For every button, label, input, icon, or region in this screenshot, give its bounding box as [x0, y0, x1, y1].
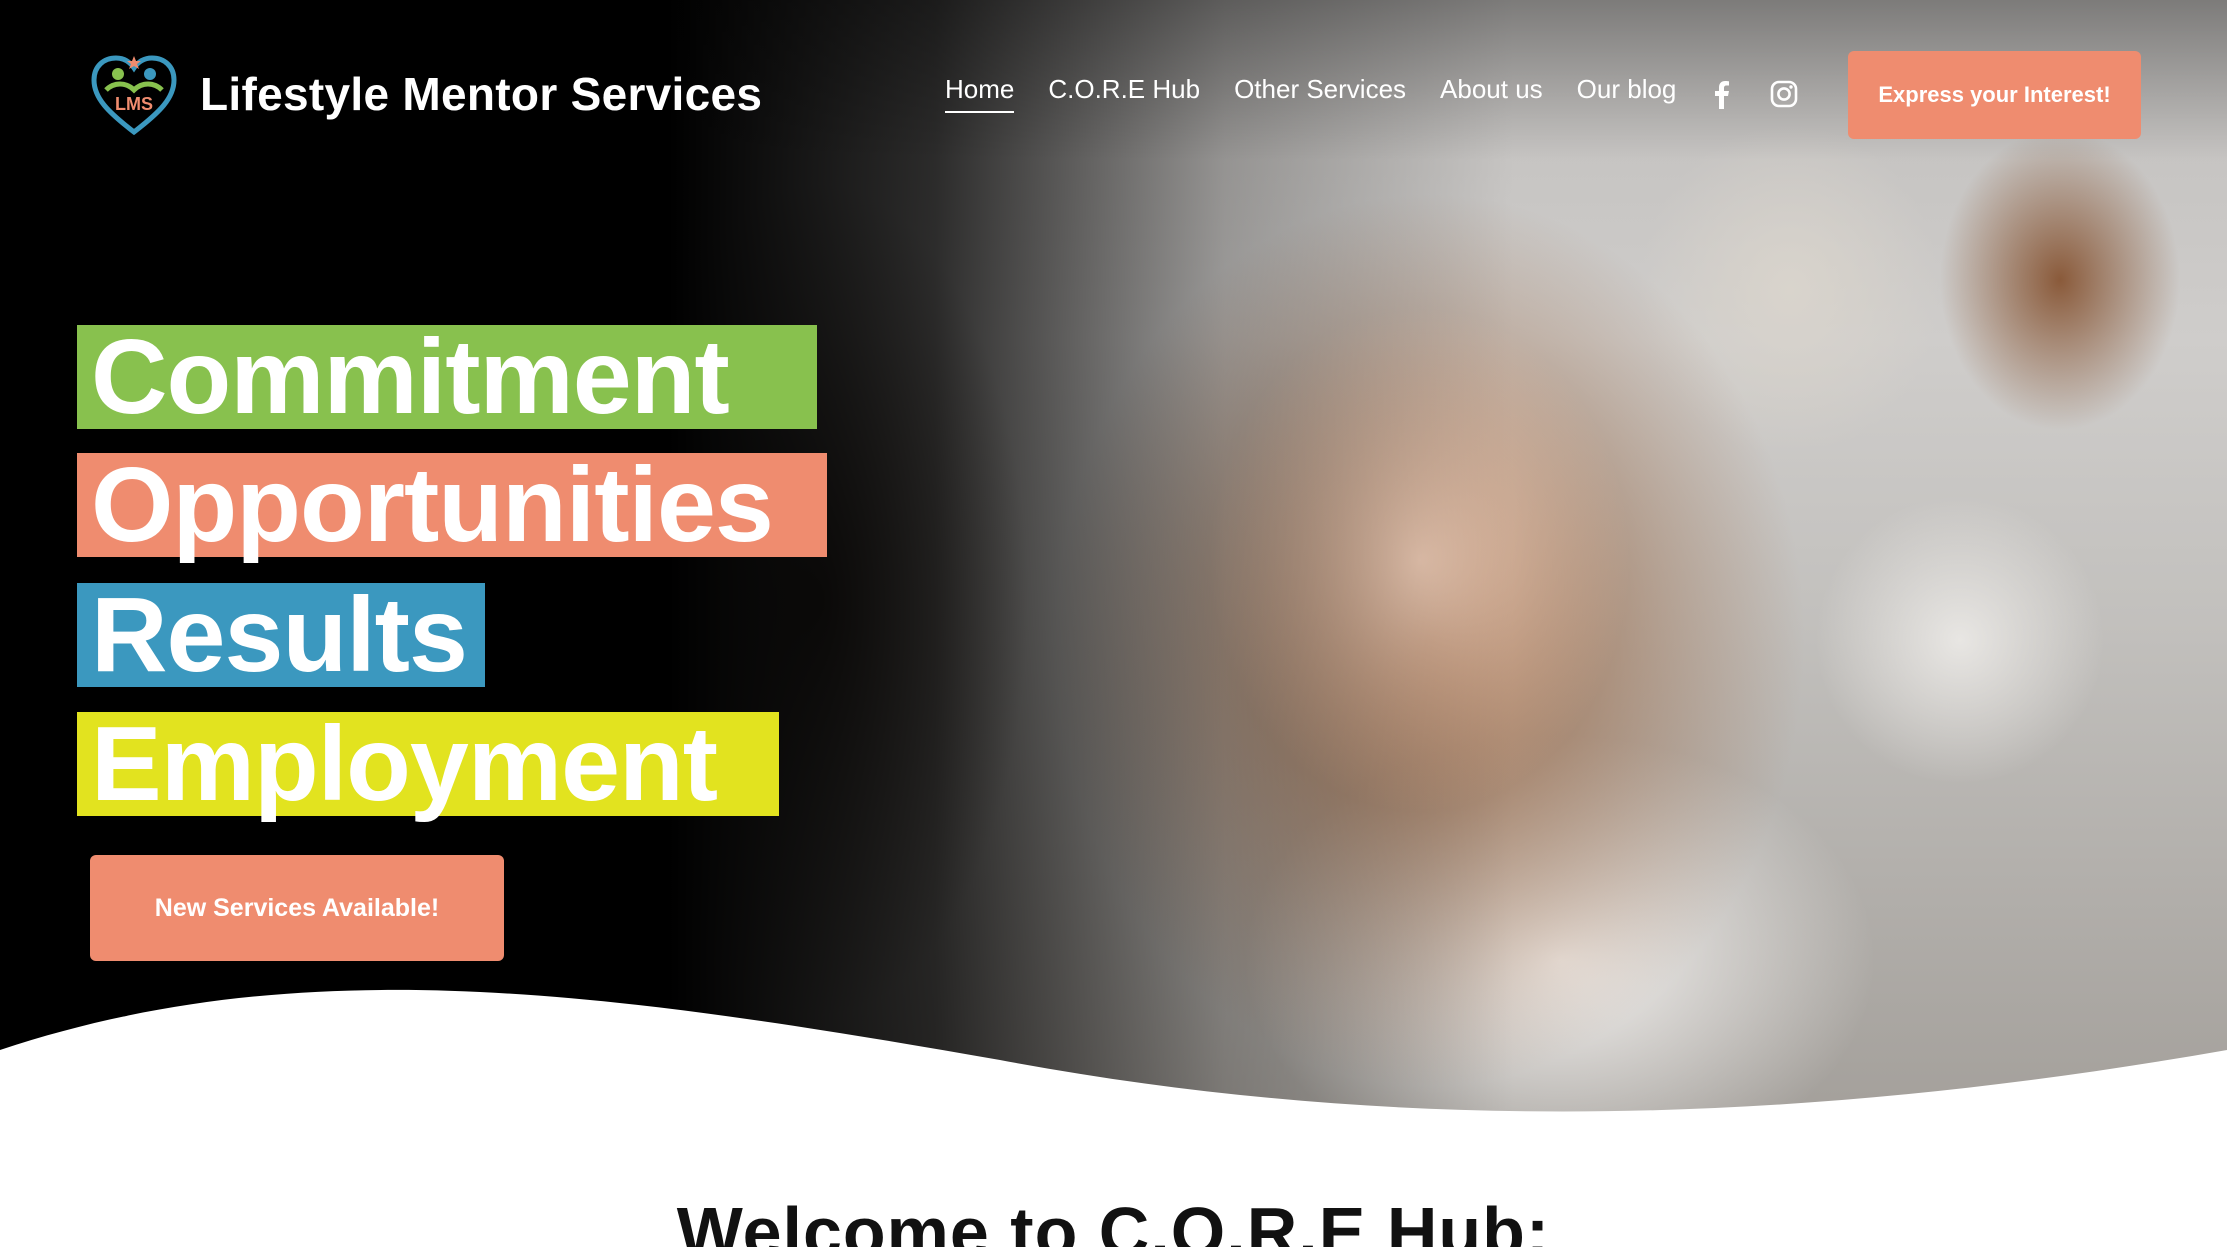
nav-item-about-us[interactable]: About us: [1440, 74, 1543, 113]
new-services-button[interactable]: New Services Available!: [90, 855, 504, 961]
nav-item-other-services[interactable]: Other Services: [1234, 74, 1406, 113]
social-links: [1706, 78, 1830, 110]
headline-results: Results: [77, 582, 485, 688]
site-title: Lifestyle Mentor Services: [200, 68, 763, 120]
nav-item-core-hub[interactable]: C.O.R.E Hub: [1048, 74, 1200, 113]
instagram-icon[interactable]: [1768, 78, 1800, 110]
site-header: LMS Lifestyle Mentor Services Home C.O.R…: [0, 0, 2227, 160]
nav-item-home[interactable]: Home: [945, 74, 1015, 113]
heart-logo-icon: LMS: [91, 55, 177, 136]
express-interest-button[interactable]: Express your Interest!: [1848, 51, 2141, 139]
headline-opportunities: Opportunities: [77, 452, 827, 558]
svg-text:LMS: LMS: [115, 94, 153, 114]
page: LMS Lifestyle Mentor Services Home C.O.R…: [0, 0, 2227, 1247]
welcome-heading: Welcome to C.O.R.E Hub:: [676, 1193, 1551, 1247]
headline-commitment: Commitment: [77, 324, 817, 430]
main-nav: Home C.O.R.E Hub Other Services About us…: [945, 74, 1710, 113]
nav-item-our-blog[interactable]: Our blog: [1577, 74, 1677, 113]
headline-employment: Employment: [77, 711, 779, 817]
facebook-icon[interactable]: [1706, 78, 1738, 110]
logo-link[interactable]: LMS Lifestyle Mentor Services: [88, 48, 762, 140]
